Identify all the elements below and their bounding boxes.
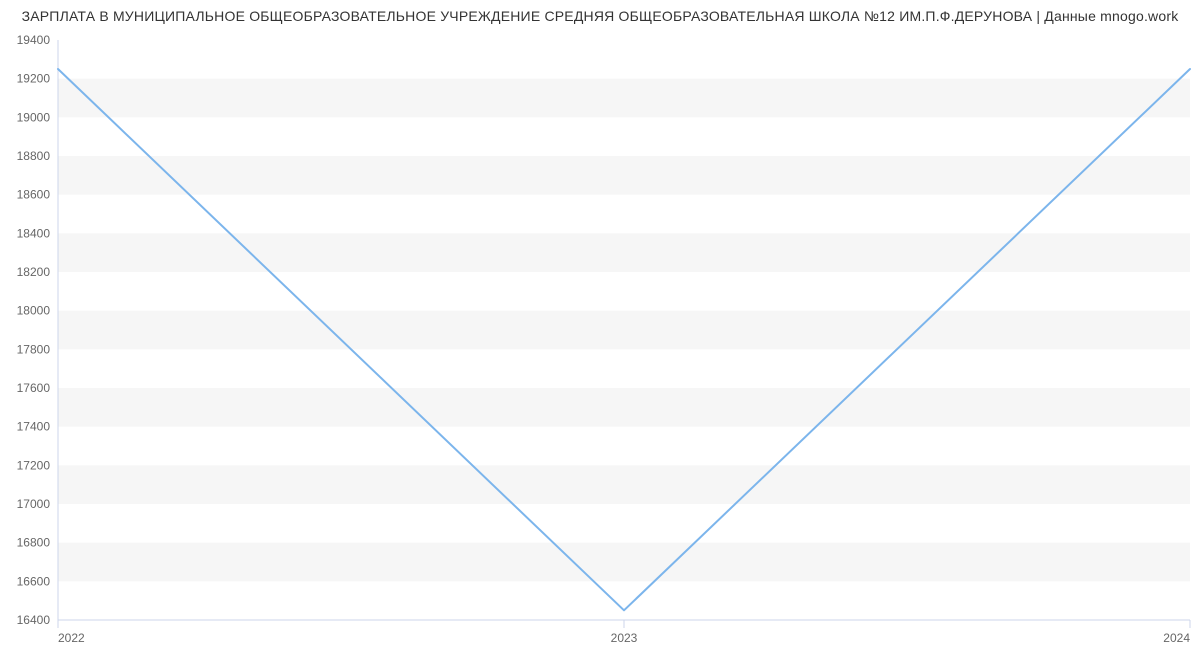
y-tick-label: 16600 (17, 574, 51, 588)
y-tick-label: 18000 (17, 304, 51, 318)
y-tick-label: 17000 (17, 497, 51, 511)
chart-svg: 1640016600168001700017200174001760017800… (58, 40, 1190, 646)
chart-title: ЗАРПЛАТА В МУНИЦИПАЛЬНОЕ ОБЩЕОБРАЗОВАТЕЛ… (0, 8, 1200, 24)
x-tick-label: 2024 (1163, 631, 1190, 645)
y-tick-label: 18600 (17, 188, 51, 202)
y-tick-label: 18200 (17, 265, 51, 279)
x-tick-label: 2023 (611, 631, 638, 645)
y-tick-label: 18800 (17, 149, 51, 163)
y-tick-label: 19400 (17, 33, 51, 47)
y-tick-label: 17400 (17, 420, 51, 434)
y-tick-label: 18400 (17, 226, 51, 240)
y-tick-label: 17600 (17, 381, 51, 395)
y-tick-label: 17800 (17, 342, 51, 356)
y-tick-label: 19000 (17, 110, 51, 124)
y-tick-label: 17200 (17, 458, 51, 472)
y-tick-label: 16400 (17, 613, 51, 627)
chart-container: ЗАРПЛАТА В МУНИЦИПАЛЬНОЕ ОБЩЕОБРАЗОВАТЕЛ… (0, 0, 1200, 650)
y-tick-label: 16800 (17, 536, 51, 550)
x-tick-label: 2022 (58, 631, 85, 645)
y-tick-label: 19200 (17, 72, 51, 86)
plot-area: 1640016600168001700017200174001760017800… (58, 40, 1190, 620)
